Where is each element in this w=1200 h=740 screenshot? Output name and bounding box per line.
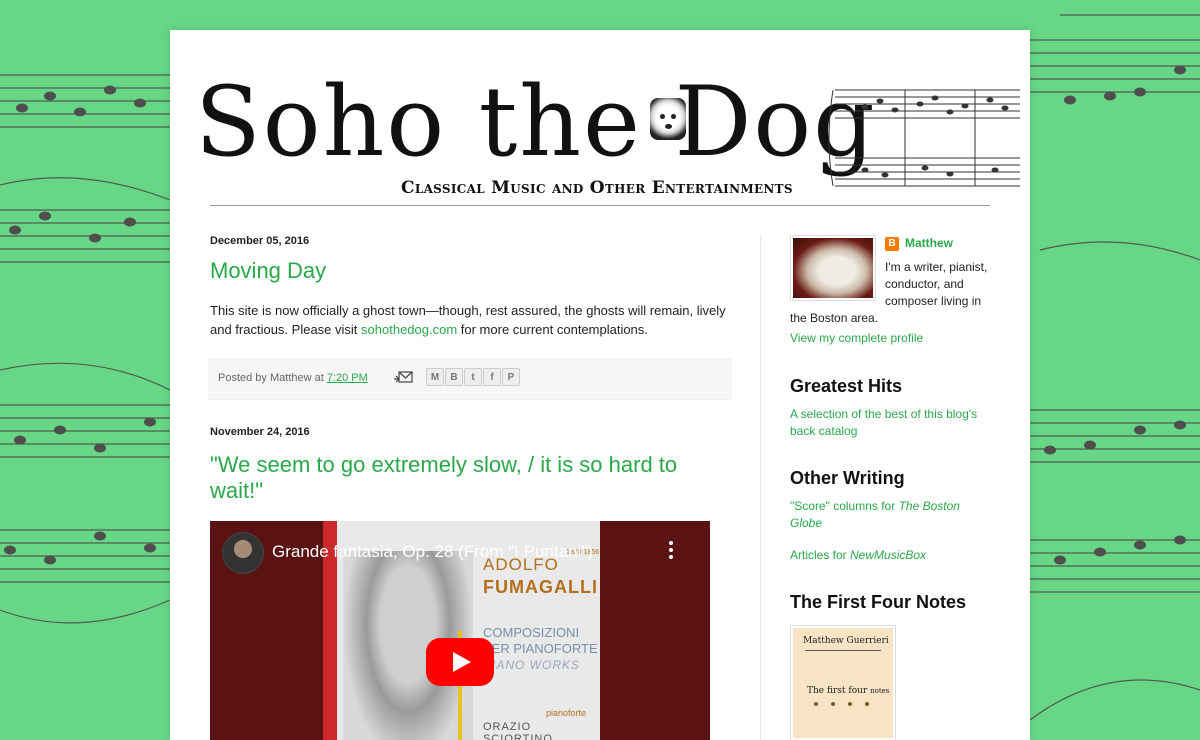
play-button-icon[interactable]: [426, 638, 494, 686]
book-title-part: The first four: [807, 686, 868, 696]
greatest-hits-link[interactable]: A selection of the best of this blog's b…: [790, 406, 990, 440]
pinterest-share-icon[interactable]: P: [502, 368, 520, 386]
post-footer: Posted by Matthew at 7:20 PM M B t f P: [208, 358, 732, 400]
sohothedog-link[interactable]: sohothedog.com: [361, 322, 457, 337]
blogger-share-icon[interactable]: B: [445, 368, 463, 386]
post-body-text-end: for more current contemplations.: [457, 322, 648, 337]
articles-publication: NewMusicBox: [850, 548, 927, 562]
book-cover-image[interactable]: Matthew Guerrieri The first four notes: [790, 625, 896, 740]
bio-line: the Boston area.: [790, 311, 879, 325]
share-buttons: M B t f P: [426, 368, 521, 386]
header-divider: [210, 205, 990, 206]
post-date: November 24, 2016: [210, 426, 310, 438]
bio-line: composer living in: [885, 294, 982, 308]
profile-name-link[interactable]: Matthew: [905, 235, 953, 252]
score-prefix: "Score" columns for: [790, 499, 899, 513]
twitter-share-icon[interactable]: t: [464, 368, 482, 386]
header-score-image: [828, 89, 1020, 187]
blog-header: Soho the Dog Classical Music and Other E…: [195, 60, 1020, 210]
video-title[interactable]: Grande fantasia, Op. 28 (From "I Puritan…: [272, 542, 593, 562]
cover-performer-name: ORAZIO SCIORTINO: [483, 721, 553, 740]
post-timestamp-link[interactable]: 7:20 PM: [327, 372, 368, 384]
bio-line: conductor, and: [885, 277, 964, 291]
posted-by-label: Posted by Matthew at: [218, 372, 327, 384]
post-title-link[interactable]: Moving Day: [210, 258, 732, 284]
email-post-icon[interactable]: [394, 370, 414, 384]
youtube-video-embed[interactable]: ADOLFO 1828 1856 FUMAGALLI COMPOSIZIONI …: [210, 521, 710, 740]
blog-subtitle: Classical Music and Other Entertainments: [401, 178, 793, 198]
greatest-hits-title: Greatest Hits: [790, 376, 903, 396]
channel-avatar[interactable]: [222, 532, 264, 574]
blog-title[interactable]: Soho the Dog: [195, 74, 877, 170]
book-author: Matthew Guerrieri: [803, 636, 889, 646]
profile-widget: B Matthew I'm a writer, pianist, conduct…: [790, 235, 990, 331]
articles-prefix: Articles for: [790, 548, 851, 562]
email-share-icon[interactable]: M: [426, 368, 444, 386]
view-profile-link[interactable]: View my complete profile: [790, 331, 990, 345]
book-dots-decoration: [814, 702, 869, 706]
dog-photo: [650, 98, 686, 140]
sidebar: B Matthew I'm a writer, pianist, conduct…: [790, 235, 990, 740]
main-column: December 05, 2016 Moving Day This site i…: [208, 235, 732, 740]
blogger-icon: B: [885, 237, 899, 251]
newmusicbox-link[interactable]: Articles for NewMusicBox: [790, 547, 990, 564]
blog-page: Soho the Dog Classical Music and Other E…: [170, 30, 1030, 740]
bio-line: I'm a writer, pianist,: [885, 260, 988, 274]
post-date: December 05, 2016: [210, 235, 310, 247]
video-more-icon[interactable]: [668, 541, 674, 561]
post-title-link[interactable]: "We seem to go extremely slow, / it is s…: [210, 452, 732, 504]
book-title-part: notes: [870, 687, 890, 695]
cover-composer-last: FUMAGALLI: [483, 577, 598, 597]
book-title: The first four notes: [807, 686, 889, 696]
cover-line3: PIANO WORKS: [483, 658, 581, 672]
sidebar-divider: [760, 235, 761, 740]
cover-performer-role: pianoforte: [546, 708, 587, 718]
profile-bio: I'm a writer, pianist, conductor, and co…: [790, 259, 990, 327]
post-body: This site is now officially a ghost town…: [210, 301, 732, 339]
cover-line1: COMPOSIZIONI: [483, 625, 580, 640]
first-four-notes-title: The First Four Notes: [790, 592, 967, 612]
facebook-share-icon[interactable]: f: [483, 368, 501, 386]
boston-globe-link[interactable]: "Score" columns for The Boston Globe: [790, 498, 990, 532]
post-meta: Posted by Matthew at 7:20 PM: [218, 372, 368, 384]
other-writing-title: Other Writing: [790, 468, 905, 488]
cover-line2: PER PIANOFORTE: [483, 641, 598, 656]
